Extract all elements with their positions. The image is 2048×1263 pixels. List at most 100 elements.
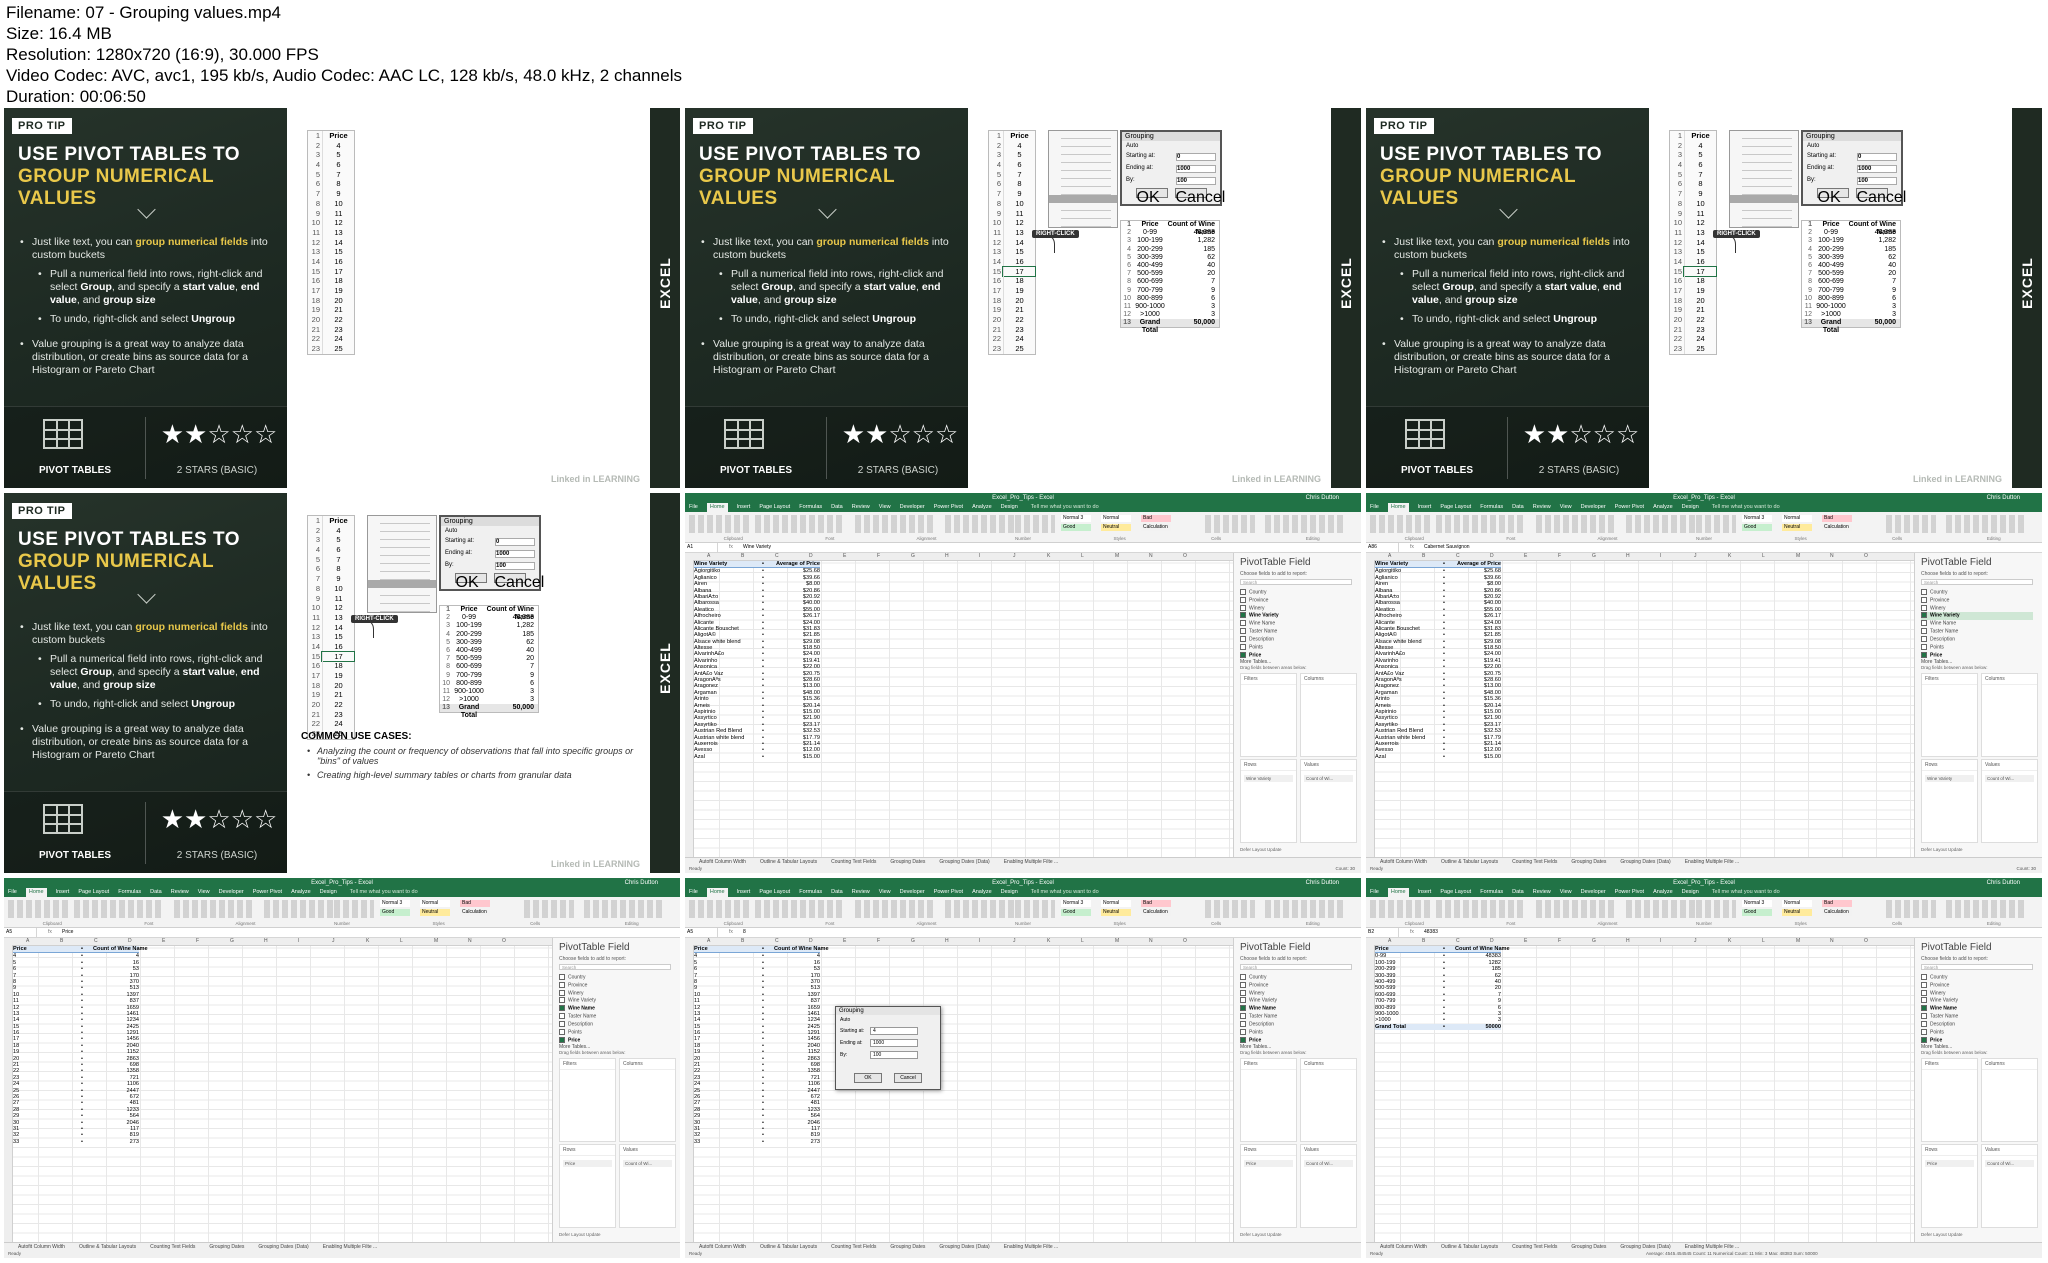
field-checkbox-wine-name[interactable]: Wine Name — [1921, 620, 2033, 628]
field-checkbox-winery[interactable]: Winery — [559, 990, 671, 998]
style-swatch[interactable]: Calculation — [1141, 909, 1171, 916]
column-header[interactable]: N — [468, 938, 472, 945]
column-header[interactable]: L — [400, 938, 403, 945]
column-header[interactable]: B — [60, 938, 63, 945]
field-checkbox-points[interactable]: Points — [559, 1029, 671, 1037]
grouping-field-input[interactable]: 1000 — [870, 1039, 918, 1047]
field-checkbox-country[interactable]: Country — [1921, 589, 2033, 597]
area-columns[interactable]: Columns — [1981, 1058, 2038, 1142]
area-values[interactable]: Values Count of Wi... — [619, 1144, 676, 1228]
field-checkbox-winery[interactable]: Winery — [1240, 605, 1352, 613]
column-header[interactable]: F — [877, 938, 880, 945]
column-header[interactable]: N — [1830, 553, 1834, 560]
style-swatch[interactable]: Neutral — [1782, 909, 1812, 916]
area-filters[interactable]: Filters — [1240, 1058, 1297, 1142]
column-header[interactable]: H — [945, 553, 949, 560]
defer-layout-checkbox[interactable]: Defer Layout Update — [1921, 847, 1963, 852]
area-field-chip[interactable]: Wine Variety — [1244, 775, 1293, 782]
field-checkbox-price[interactable]: Price — [1240, 1037, 1352, 1045]
ribbon-button-group[interactable] — [1015, 900, 1055, 918]
column-header[interactable]: C — [1456, 553, 1460, 560]
style-swatch[interactable]: Calculation — [1822, 524, 1852, 531]
area-filters[interactable]: Filters — [1240, 673, 1297, 757]
ribbon-tab-data[interactable]: Data — [831, 503, 843, 512]
ribbon-tab-view[interactable]: View — [879, 503, 891, 512]
column-header[interactable]: N — [1830, 938, 1834, 945]
column-header[interactable]: A — [26, 938, 29, 945]
tell-me-box[interactable]: Tell me what you want to do — [1031, 503, 1099, 512]
ribbon-tab-power-pivot[interactable]: Power Pivot — [934, 888, 963, 897]
column-header[interactable]: L — [1081, 938, 1084, 945]
area-rows[interactable]: Rows Wine Variety — [1921, 759, 1978, 843]
field-checkbox-wine-variety[interactable]: Wine Variety — [559, 997, 671, 1005]
ribbon-tab-home[interactable]: Home — [706, 503, 728, 512]
column-header[interactable]: O — [1864, 938, 1868, 945]
ribbon-tab-design[interactable]: Design — [1001, 888, 1018, 897]
field-checkbox-points[interactable]: Points — [1240, 1029, 1352, 1037]
column-header[interactable]: M — [1115, 553, 1119, 560]
ribbon-tab-formulas[interactable]: Formulas — [118, 888, 141, 897]
ribbon-tab-data[interactable]: Data — [1512, 888, 1524, 897]
field-checkbox-winery[interactable]: Winery — [1921, 605, 2033, 613]
column-header[interactable]: K — [1047, 553, 1050, 560]
ribbon-tab-file[interactable]: File — [1370, 503, 1379, 512]
column-header[interactable]: K — [1728, 938, 1731, 945]
ribbon-button-group[interactable] — [755, 900, 845, 918]
cancel-button[interactable]: Cancel — [894, 1073, 922, 1083]
ribbon-tab-analyze[interactable]: Analyze — [291, 888, 311, 897]
field-checkbox-wine-name[interactable]: Wine Name — [559, 1005, 671, 1013]
tell-me-box[interactable]: Tell me what you want to do — [350, 888, 418, 897]
style-swatch[interactable]: Bad — [1822, 515, 1852, 522]
ribbon-button-group[interactable] — [334, 900, 374, 918]
ribbon-tab-page-layout[interactable]: Page Layout — [759, 888, 790, 897]
pivot-row-label[interactable]: 33 — [694, 1139, 760, 1145]
style-swatch[interactable]: Normal 3 — [1061, 900, 1091, 907]
column-header[interactable]: G — [911, 938, 915, 945]
ribbon-tab-view[interactable]: View — [1560, 888, 1572, 897]
style-swatch[interactable]: Good — [1061, 909, 1091, 916]
area-field-chip[interactable]: Count of Wi... — [1985, 1160, 2034, 1167]
style-swatch[interactable]: Calculation — [460, 909, 490, 916]
area-filters[interactable]: Filters — [1921, 673, 1978, 757]
column-header[interactable]: N — [1149, 938, 1153, 945]
ribbon-tab-insert[interactable]: Insert — [737, 503, 751, 512]
ribbon-button-group[interactable] — [1205, 900, 1255, 918]
formula-input[interactable]: Cabernet Sauvignon — [1424, 543, 1470, 552]
area-values[interactable]: Values Count of Wi... — [1300, 1144, 1357, 1228]
column-header[interactable]: D — [1490, 553, 1494, 560]
column-header[interactable]: D — [809, 938, 813, 945]
column-header[interactable]: I — [1660, 553, 1661, 560]
column-header[interactable]: K — [366, 938, 369, 945]
worksheet-grid[interactable]: A B C D E F G H I J K L M N O PriceCount of Wine Name44… — [4, 938, 552, 1242]
style-swatch[interactable]: Normal — [420, 900, 450, 907]
field-checkbox-description[interactable]: Description — [1240, 636, 1352, 644]
ribbon-tab-insert[interactable]: Insert — [737, 888, 751, 897]
column-header[interactable]: E — [843, 553, 846, 560]
style-swatch[interactable]: Normal — [1101, 515, 1131, 522]
ribbon-tab-insert[interactable]: Insert — [1418, 503, 1432, 512]
ribbon-tab-developer[interactable]: Developer — [1581, 888, 1606, 897]
ribbon-tab-power-pivot[interactable]: Power Pivot — [253, 888, 282, 897]
field-checkbox-province[interactable]: Province — [1240, 982, 1352, 990]
column-header[interactable]: O — [1864, 553, 1868, 560]
column-header[interactable]: B — [1422, 938, 1425, 945]
area-field-chip[interactable]: Count of Wi... — [1304, 775, 1353, 782]
field-checkbox-points[interactable]: Points — [1240, 644, 1352, 652]
field-checkbox-price[interactable]: Price — [1240, 652, 1352, 660]
column-header[interactable]: E — [162, 938, 165, 945]
column-header[interactable]: B — [741, 938, 744, 945]
ribbon-button-group[interactable] — [1946, 515, 2026, 533]
field-checkbox-taster-name[interactable]: Taster Name — [1240, 628, 1352, 636]
formula-input[interactable]: 8 — [743, 928, 746, 937]
pivot-row-label-header[interactable]: Price — [1375, 946, 1441, 952]
pivot-row[interactable]: 33273 — [13, 1139, 139, 1145]
style-swatch[interactable]: Normal 3 — [1742, 900, 1772, 907]
column-header[interactable]: A — [707, 553, 710, 560]
ribbon-tab-design[interactable]: Design — [1682, 503, 1699, 512]
pivot-row-label-header[interactable]: Price — [13, 946, 79, 952]
column-header[interactable]: C — [94, 938, 98, 945]
style-swatch[interactable]: Normal — [1782, 515, 1812, 522]
column-header[interactable]: H — [1626, 938, 1630, 945]
ribbon-tab-analyze[interactable]: Analyze — [1653, 503, 1673, 512]
column-header[interactable]: L — [1081, 553, 1084, 560]
